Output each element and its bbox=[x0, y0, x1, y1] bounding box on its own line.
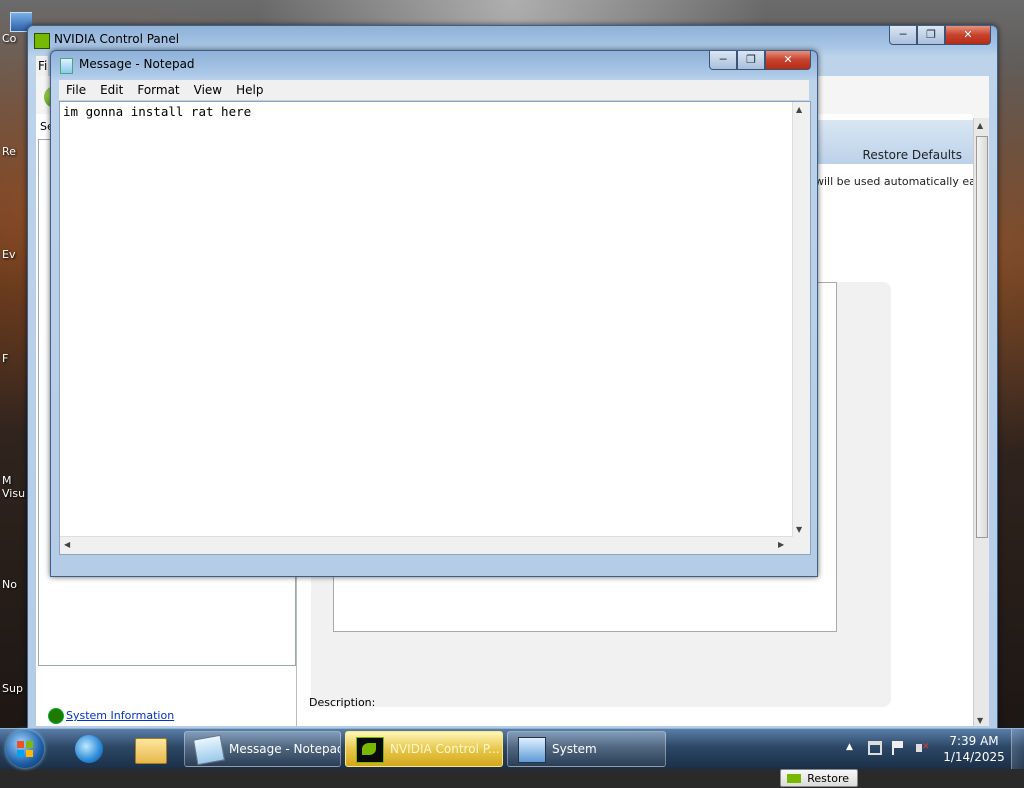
maximize-button[interactable]: ❐ bbox=[917, 26, 945, 45]
minimize-icon: ─ bbox=[899, 28, 907, 41]
taskbar-task-notepad[interactable]: Message - Notepad bbox=[184, 731, 341, 767]
minimize-button[interactable]: ─ bbox=[709, 51, 737, 70]
clock[interactable]: 7:39 AM 1/14/2025 bbox=[940, 733, 1008, 765]
volume-muted-icon[interactable] bbox=[916, 741, 930, 755]
menu-help[interactable]: Help bbox=[229, 83, 270, 97]
minimize-button[interactable]: ─ bbox=[889, 26, 917, 45]
close-icon: ✕ bbox=[963, 28, 973, 41]
notepad-icon bbox=[192, 734, 226, 766]
page-description-text: will be used automatically each bbox=[815, 175, 989, 188]
restore-window-icon: ❐ bbox=[926, 28, 936, 41]
desktop-icon-label: Ev bbox=[2, 248, 16, 261]
taskbar-task-label: Message - Notepad bbox=[229, 742, 341, 756]
desktop-icon-label: M bbox=[2, 474, 12, 487]
action-center-flag-icon[interactable] bbox=[892, 741, 906, 755]
menu-view[interactable]: View bbox=[187, 83, 229, 97]
nvidia-menubar[interactable]: Fi bbox=[36, 56, 48, 76]
windows-logo-icon bbox=[17, 741, 33, 757]
menu-edit[interactable]: Edit bbox=[93, 83, 130, 97]
restore-defaults-link[interactable]: Restore Defaults bbox=[863, 148, 962, 162]
notepad-text-editor[interactable] bbox=[60, 102, 793, 537]
notepad-titlebar[interactable]: Message - Notepad ─ ❐ ✕ bbox=[51, 51, 817, 79]
restore-window-icon: ❐ bbox=[746, 53, 756, 66]
desktop-icon-label: Re bbox=[2, 145, 16, 158]
desktop-icon-label: F bbox=[2, 352, 9, 365]
system-monitor-icon bbox=[518, 737, 546, 763]
taskbar-task-label: System bbox=[552, 742, 597, 756]
network-icon[interactable] bbox=[868, 741, 882, 755]
taskbar-pin-file-explorer[interactable] bbox=[122, 731, 176, 767]
menu-file[interactable]: File bbox=[59, 83, 93, 97]
minimize-icon: ─ bbox=[719, 53, 727, 66]
taskbar-task-system[interactable]: System bbox=[507, 731, 666, 767]
nvidia-window-title: NVIDIA Control Panel bbox=[54, 32, 180, 46]
scroll-down-icon[interactable]: ▼ bbox=[796, 525, 802, 534]
nvidia-icon bbox=[356, 737, 384, 763]
scrollbar-thumb[interactable] bbox=[976, 136, 988, 538]
start-button[interactable] bbox=[6, 730, 44, 768]
show-hidden-icons-icon[interactable]: ▲ bbox=[846, 742, 853, 752]
notepad-horizontal-scrollbar[interactable]: ◀ ▶ bbox=[60, 536, 793, 554]
notepad-app-icon bbox=[60, 58, 73, 74]
notepad-window: Message - Notepad ─ ❐ ✕ File Edit Format… bbox=[50, 50, 818, 577]
notepad-window-title: Message - Notepad bbox=[79, 57, 195, 71]
close-button[interactable]: ✕ bbox=[765, 51, 811, 70]
menu-format[interactable]: Format bbox=[130, 83, 186, 97]
restore-button[interactable]: Restore bbox=[780, 769, 858, 787]
maximize-button[interactable]: ❐ bbox=[737, 51, 765, 70]
scroll-down-icon[interactable]: ▼ bbox=[977, 716, 983, 725]
folder-icon bbox=[135, 738, 167, 764]
taskbar-task-nvidia-control-panel[interactable]: NVIDIA Control P... bbox=[345, 731, 503, 767]
desktop-icon-label: Co bbox=[2, 32, 17, 45]
restore-button-label: Restore bbox=[807, 772, 849, 785]
desktop-icon-label: Sup bbox=[2, 682, 23, 695]
system-information-icon bbox=[48, 708, 64, 724]
show-desktop-button[interactable] bbox=[1011, 729, 1024, 769]
nvidia-app-icon bbox=[34, 33, 50, 49]
scroll-right-icon[interactable]: ▶ bbox=[778, 540, 784, 549]
description-label: Description: bbox=[309, 696, 376, 709]
notepad-vertical-scrollbar[interactable]: ▲ ▼ bbox=[792, 102, 810, 537]
close-icon: ✕ bbox=[783, 53, 793, 66]
menu-file-fragment[interactable]: Fi bbox=[38, 59, 47, 73]
desktop-icon-label: No bbox=[2, 578, 17, 591]
scrollbar-corner bbox=[793, 537, 810, 554]
system-tray: ▲ 7:39 AM 1/14/2025 bbox=[840, 729, 1024, 769]
clock-date: 1/14/2025 bbox=[943, 750, 1005, 764]
nvidia-vertical-scrollbar[interactable]: ▲ ▼ bbox=[973, 118, 989, 726]
taskbar: Message - Notepad NVIDIA Control P... Sy… bbox=[0, 728, 1024, 769]
clock-time: 7:39 AM bbox=[949, 734, 999, 748]
system-information-link[interactable]: System Information bbox=[66, 709, 174, 722]
taskbar-pin-internet-explorer[interactable] bbox=[62, 731, 116, 767]
notepad-edit-area: ▲ ▼ ◀ ▶ bbox=[59, 101, 811, 555]
close-button[interactable]: ✕ bbox=[945, 26, 991, 45]
taskbar-task-label: NVIDIA Control P... bbox=[390, 742, 500, 756]
scroll-left-icon[interactable]: ◀ bbox=[64, 540, 70, 549]
scroll-up-icon[interactable]: ▲ bbox=[796, 105, 802, 114]
internet-explorer-icon bbox=[75, 735, 103, 763]
scroll-up-icon[interactable]: ▲ bbox=[977, 121, 983, 130]
desktop-icon-label: Visu bbox=[2, 487, 26, 500]
notepad-menubar: File Edit Format View Help bbox=[59, 80, 809, 100]
nvidia-logo-icon bbox=[787, 774, 801, 783]
